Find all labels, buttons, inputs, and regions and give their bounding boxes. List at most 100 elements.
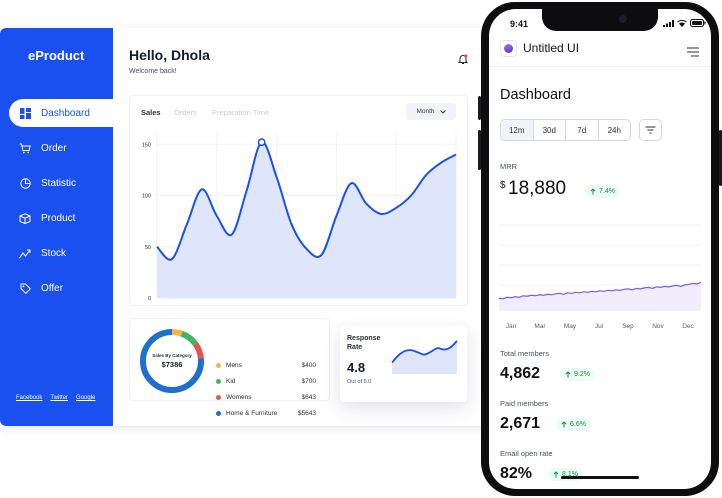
donut-title: Sales By Category <box>152 353 192 358</box>
camera-icon <box>619 15 627 23</box>
metric-label: Paid members <box>500 399 549 408</box>
filter-icon <box>645 126 656 134</box>
sidebar: eProduct Dashboard Order Statistic Produ… <box>0 28 113 426</box>
sidebar-item-stock[interactable]: Stock <box>9 239 113 267</box>
sidebar-item-order[interactable]: Order <box>9 134 113 162</box>
response-rate-title: Response Rate <box>347 335 381 351</box>
range-30d[interactable]: 30d <box>534 120 566 140</box>
metric-change-badge: 8.1% <box>548 468 583 481</box>
header-divider <box>489 66 711 67</box>
month-tick: Mar <box>534 323 546 330</box>
sidebar-item-dashboard[interactable]: Dashboard <box>9 99 113 127</box>
month-tick: Jul <box>594 323 604 330</box>
category-row: Kid $700 <box>216 376 316 386</box>
twitter-link[interactable]: Twitter <box>50 395 68 401</box>
response-rate-value: 4.8 <box>347 360 366 375</box>
phone-notch <box>542 9 658 31</box>
google-link[interactable]: Google <box>76 395 95 401</box>
home-indicator <box>561 476 639 479</box>
mrr-chart <box>498 224 702 311</box>
status-icons <box>663 19 706 27</box>
response-rate-card: Response Rate 4.8 Out of 5.0 <box>340 326 467 402</box>
footer-links: Facebook Twitter Google <box>16 395 95 401</box>
category-name: Womens <box>226 393 252 401</box>
mrr-label: MRR <box>500 162 518 171</box>
month-tick: Nov <box>652 323 664 330</box>
sidebar-item-label: Product <box>41 212 76 224</box>
desktop-dashboard: eProduct Dashboard Order Statistic Produ… <box>0 28 530 426</box>
metric-change: 6.6% <box>570 421 586 428</box>
arrow-up-icon <box>590 188 596 195</box>
donut-total: $7386 <box>161 360 183 369</box>
app-logo-icon <box>500 40 517 57</box>
metric-value: 4,862 <box>500 365 541 382</box>
response-rate-sub: Out of 5.0 <box>347 379 372 385</box>
metric-value: 2,671 <box>500 415 541 432</box>
metric-change-badge: 6.6% <box>556 418 591 431</box>
phone-screen: 9:41 Untitled UI Dashboard 12m 30d 7d 24… <box>489 9 711 489</box>
category-value: $5643 <box>297 409 316 417</box>
category-row: Home & Furniture $5643 <box>216 408 316 418</box>
range-7d[interactable]: 7d <box>566 120 599 140</box>
category-value: $700 <box>301 377 316 385</box>
donut-slice <box>180 330 198 346</box>
legend-dot <box>216 378 221 384</box>
category-row: Mens $400 <box>216 360 316 370</box>
response-area <box>392 340 457 374</box>
sidebar-item-label: Stock <box>41 247 67 259</box>
metric-change: 9.2% <box>574 371 590 378</box>
range-12m[interactable]: 12m <box>501 120 534 140</box>
sidebar-item-statistic[interactable]: Statistic <box>9 169 113 197</box>
facebook-link[interactable]: Facebook <box>16 395 42 401</box>
y-tick-label: 0 <box>148 296 151 302</box>
arrow-up-icon <box>565 371 571 378</box>
highlight-point <box>257 138 266 147</box>
sidebar-item-product[interactable]: Product <box>9 204 113 232</box>
menu-icon[interactable] <box>687 44 699 57</box>
trend-icon <box>19 247 31 259</box>
legend-dot <box>216 410 221 416</box>
mrr-value: 18,880 <box>508 178 567 199</box>
box-icon <box>19 212 31 224</box>
sidebar-item-label: Dashboard <box>41 107 90 119</box>
metric-label: Email open rate <box>500 449 553 458</box>
legend-dot <box>216 362 221 368</box>
mrr-change-badge: 7.4% <box>585 185 620 198</box>
app-name: Untitled UI <box>523 41 580 55</box>
mrr-change: 7.4% <box>599 188 615 195</box>
greeting-title: Hello, Dhola <box>129 47 210 63</box>
status-time: 9:41 <box>510 19 529 29</box>
mrr-currency: $ <box>500 180 506 191</box>
metric-change-badge: 9.2% <box>560 368 595 381</box>
legend-dot <box>216 394 221 400</box>
y-tick-label: 50 <box>145 245 151 251</box>
tag-icon <box>19 282 31 294</box>
range-24h[interactable]: 24h <box>599 120 631 140</box>
arrow-up-icon <box>553 471 559 478</box>
range-segmented-control: 12m 30d 7d 24h <box>500 119 631 141</box>
sidebar-item-offer[interactable]: Offer <box>9 274 113 302</box>
sidebar-item-label: Statistic <box>41 177 77 189</box>
category-name: Mens <box>226 361 242 369</box>
donut-slice <box>171 329 183 337</box>
cart-icon <box>19 142 31 154</box>
battery-icon <box>690 19 706 27</box>
category-name: Kid <box>226 377 236 385</box>
sales-by-category-card: Sales By Category $7386 Mens $400 Kid $7… <box>129 318 330 417</box>
brand-logo: eProduct <box>28 48 85 63</box>
category-name: Home & Furniture <box>226 409 278 417</box>
category-value: $643 <box>301 393 316 401</box>
wifi-icon <box>677 19 687 27</box>
arrow-up-icon <box>561 421 567 428</box>
y-tick-label: 150 <box>142 142 151 148</box>
month-tick: May <box>563 323 577 330</box>
sales-area <box>157 142 456 298</box>
sales-chart-card: Sales Orders Preparation Time Month 0 50 1… <box>129 95 468 306</box>
category-row: Womens $643 <box>216 392 316 402</box>
filter-button[interactable] <box>639 119 662 141</box>
month-tick: Dec <box>682 323 694 330</box>
month-tick: Jan <box>505 323 517 330</box>
bell-icon[interactable] <box>457 52 469 64</box>
signal-icon <box>663 19 674 27</box>
sidebar-item-label: Offer <box>41 282 64 294</box>
